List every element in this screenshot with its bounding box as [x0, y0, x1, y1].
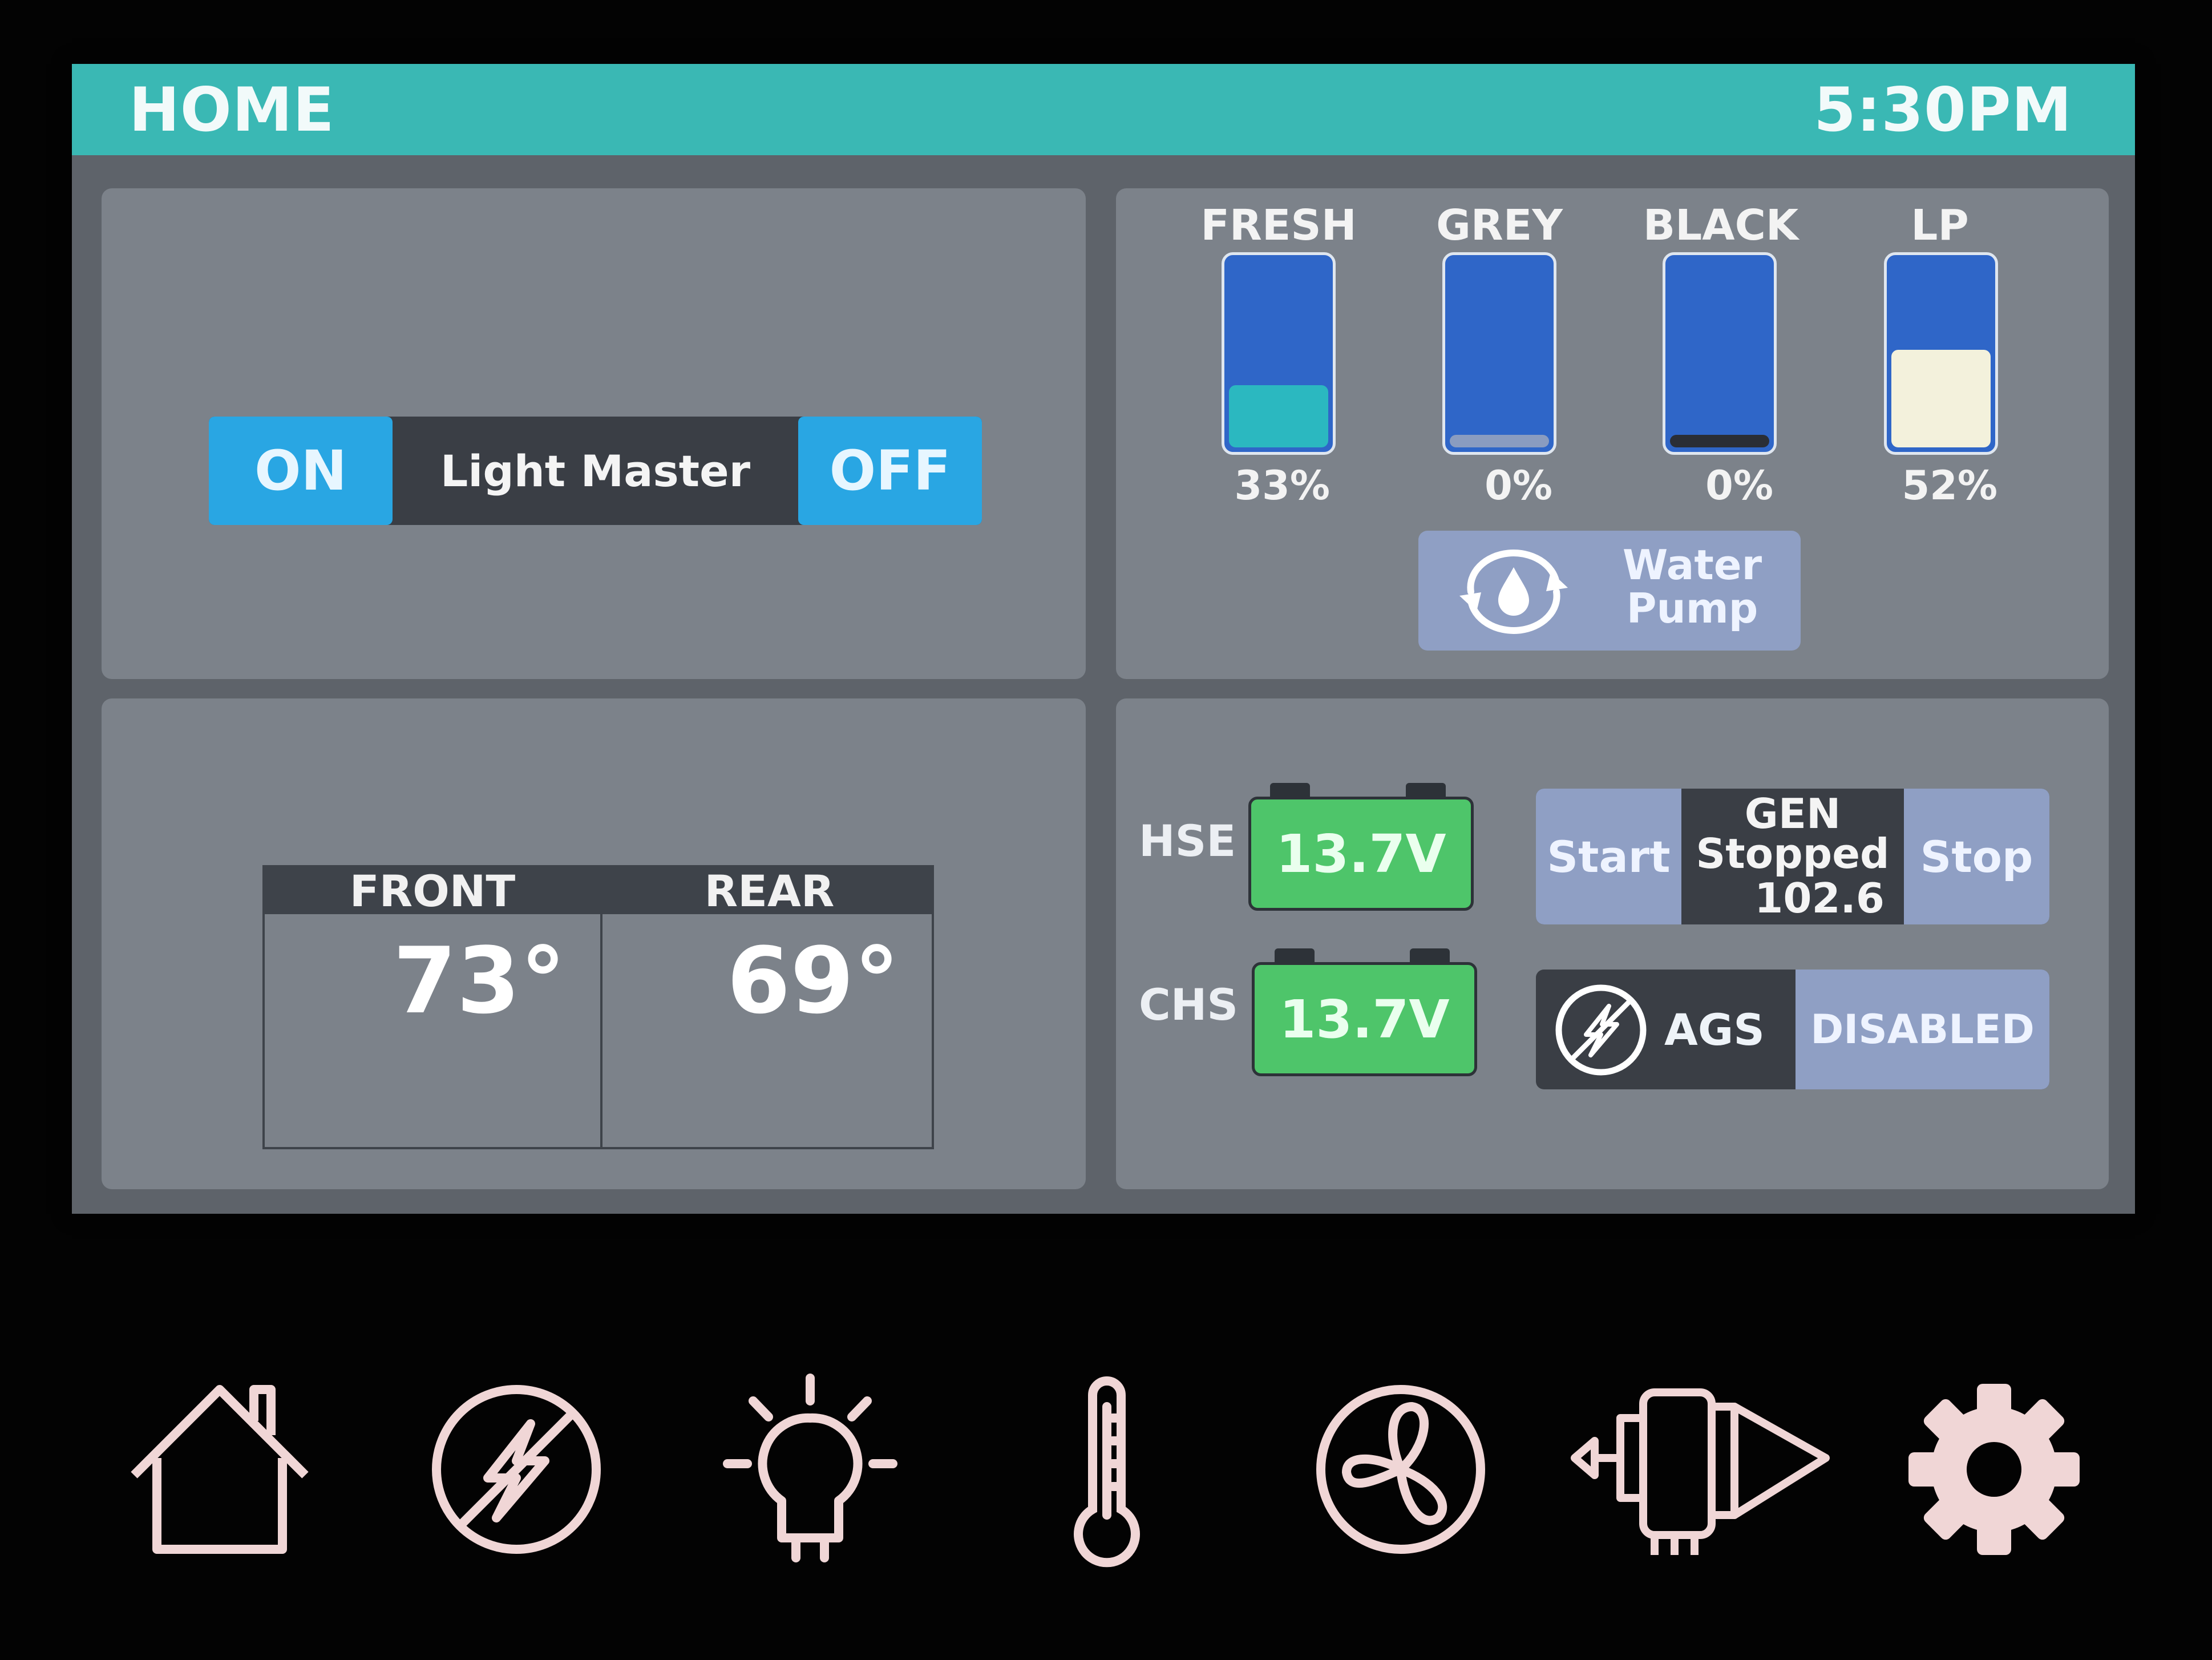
light-master-control: ON Light Master OFF — [209, 417, 982, 525]
page-title: HOME — [129, 74, 335, 145]
lightning-circle-icon — [1555, 984, 1647, 1076]
ags-label: AGS — [1664, 1004, 1765, 1055]
generator-control: Start GEN Stopped 102.6 Stop — [1536, 789, 2049, 924]
tank-black-fill — [1670, 435, 1769, 447]
temperature-panel: FRONT REAR 73° 69° — [102, 698, 1086, 1189]
power-panel: HSE 13.7V CHS 13.7V Start GEN Stopped 10… — [1116, 698, 2109, 1189]
light-master-label: Light Master — [440, 445, 751, 496]
front-zone-label: FRONT — [349, 865, 516, 916]
tank-black-percent: 0% — [1705, 462, 1773, 509]
generator-start-button[interactable]: Start — [1536, 789, 1681, 924]
tank-label-grey: GREY — [1436, 201, 1563, 250]
tank-fresh[interactable] — [1222, 252, 1336, 455]
water-pump-label-line2: Pump — [1626, 584, 1758, 632]
power-lightning-icon[interactable] — [422, 1367, 610, 1572]
generator-stop-button[interactable]: Stop — [1904, 789, 2049, 924]
home-icon[interactable] — [126, 1367, 314, 1572]
temperature-table: FRONT REAR 73° 69° — [262, 865, 934, 1149]
tank-label-fresh: FRESH — [1200, 201, 1357, 250]
generator-status: GEN Stopped 102.6 — [1681, 789, 1904, 924]
ags-control: AGS DISABLED — [1536, 970, 2049, 1089]
temperature-divider — [600, 914, 602, 1149]
chs-battery-label: CHS — [1139, 979, 1239, 1030]
tank-grey[interactable] — [1442, 252, 1556, 455]
light-bulb-icon[interactable] — [716, 1367, 904, 1572]
water-pump-label-line1: Water — [1622, 541, 1762, 589]
tank-label-lp: LP — [1911, 201, 1969, 250]
gear-icon[interactable] — [1900, 1367, 2088, 1572]
tank-black[interactable] — [1663, 252, 1777, 455]
touch-screen: HOME 5:30PM ON Light Master OFF FRESH 33… — [72, 64, 2135, 1214]
clock: 5:30PM — [1814, 74, 2072, 145]
water-pump-icon — [1459, 550, 1568, 634]
tank-grey-fill — [1450, 435, 1549, 447]
generator-hours: 102.6 — [1754, 874, 1885, 922]
slide-out-icon[interactable] — [1563, 1367, 1837, 1572]
tank-lp-fill — [1891, 349, 1991, 447]
rear-temperature[interactable]: 69° — [727, 927, 900, 1034]
title-bar: HOME 5:30PM — [72, 64, 2135, 155]
rear-zone-label: REAR — [704, 865, 835, 916]
tank-fresh-percent: 33% — [1234, 462, 1330, 509]
water-pump-label: Water Pump — [1607, 543, 1778, 630]
thermometer-icon[interactable] — [1013, 1367, 1201, 1572]
tank-grey-percent: 0% — [1485, 462, 1552, 509]
fan-icon[interactable] — [1307, 1367, 1495, 1572]
ags-status-button[interactable]: DISABLED — [1796, 970, 2049, 1089]
tank-lp-percent: 52% — [1902, 462, 1997, 509]
light-master-off-button[interactable]: OFF — [798, 417, 982, 525]
hse-battery-label: HSE — [1139, 815, 1236, 866]
light-master-panel: ON Light Master OFF — [102, 188, 1086, 679]
water-pump-button[interactable]: Water Pump — [1418, 531, 1801, 651]
tanks-panel: FRESH 33% GREY 0% BLACK 0% LP 52% Water — [1116, 188, 2109, 679]
generator-state: Stopped — [1696, 830, 1890, 878]
light-master-on-button[interactable]: ON — [209, 417, 393, 525]
hse-battery-voltage[interactable]: 13.7V — [1248, 797, 1474, 911]
tank-label-black: BLACK — [1643, 201, 1799, 250]
tank-fresh-fill — [1229, 385, 1328, 447]
chs-battery-voltage[interactable]: 13.7V — [1252, 962, 1477, 1076]
tank-lp[interactable] — [1884, 252, 1998, 455]
front-temperature[interactable]: 73° — [393, 927, 566, 1034]
